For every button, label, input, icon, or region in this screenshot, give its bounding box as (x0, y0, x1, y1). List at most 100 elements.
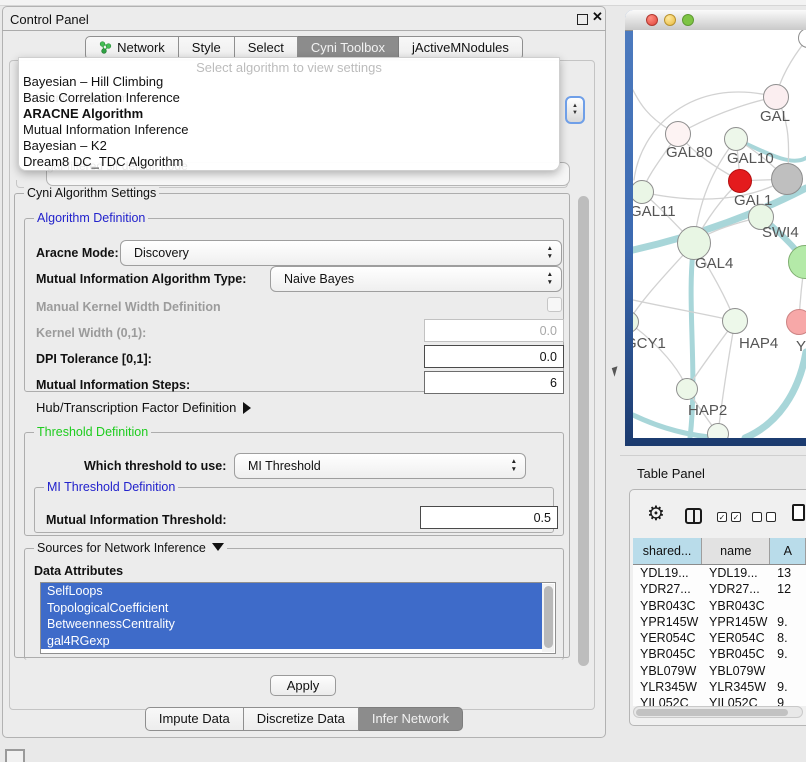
hub-definition-expander[interactable]: Hub/Transcription Factor Definition (36, 400, 251, 415)
node-label-swi4: SWI4 (762, 224, 799, 241)
network-node-hap4[interactable] (722, 308, 748, 334)
table-row[interactable]: YDR27...YDR27...12 (633, 581, 806, 597)
float-window-icon[interactable] (577, 14, 588, 25)
bottom-tab-bar: Impute Data Discretize Data Infer Network (2, 707, 606, 731)
stepper-down-icon: ▼ (572, 110, 578, 117)
split-columns-icon[interactable] (685, 508, 702, 524)
mi-steps-field[interactable]: 6 (424, 371, 564, 394)
table-row[interactable]: YBL079WYBL079W (633, 663, 806, 679)
hub-definition-label: Hub/Transcription Factor Definition (36, 400, 236, 415)
column-header-a[interactable]: A (770, 538, 806, 564)
close-traffic-light-icon[interactable] (646, 14, 658, 26)
table-row[interactable]: YLR345WYLR345W9. (633, 679, 806, 695)
ghost-label-inference-algorithm: Inference Algorithm (25, 91, 128, 105)
algorithm-option-bayesian-k2[interactable]: Bayesian – K2 (19, 138, 559, 154)
table-cell: YBR045C (633, 646, 702, 662)
table-horizontal-scrollbar[interactable] (633, 706, 803, 718)
network-edge[interactable] (745, 352, 806, 438)
node-label-gal10: GAL10 (727, 150, 774, 167)
network-node-gal1[interactable] (728, 169, 752, 193)
settings-scrollbar[interactable] (577, 195, 590, 667)
column-header-name[interactable]: name (702, 538, 770, 564)
minimize-traffic-light-icon[interactable] (664, 14, 676, 26)
tab-infer-network[interactable]: Infer Network (359, 707, 463, 731)
manual-kernel-checkbox (547, 297, 562, 312)
table-cell: YBR045C (702, 646, 770, 662)
tab-label: jActiveMNodules (412, 40, 509, 55)
table-row[interactable]: YBR043CYBR043C (633, 598, 806, 614)
attribute-item-selfloops[interactable]: SelfLoops (41, 583, 542, 600)
network-node-y[interactable] (786, 309, 806, 335)
mi-threshold-field[interactable]: 0.5 (420, 506, 558, 529)
table-cell: YPR145W (633, 614, 702, 630)
threshold-definition-legend: Threshold Definition (34, 425, 151, 439)
node-label-hap4: HAP4 (739, 335, 778, 352)
tab-label: Impute Data (159, 711, 230, 726)
sources-expander[interactable]: Sources for Network Inference (34, 541, 227, 555)
select-all-checks-icon[interactable]: ✓✓ (717, 512, 741, 522)
table-cell (770, 663, 806, 679)
node-label-gal: GAL (760, 108, 790, 125)
table-cell (770, 598, 806, 614)
attribute-item-topologicalcoefficient[interactable]: TopologicalCoefficient (41, 600, 542, 617)
mi-type-combo[interactable]: Naive Bayes ▲▼ (270, 266, 562, 292)
network-node[interactable] (707, 423, 729, 438)
network-canvas[interactable]: GALGAL80GAL10GAL1GAL11SWI4GAL4GCY1HAP4YH… (633, 30, 806, 438)
focused-combo-stepper[interactable]: ▲ ▼ (565, 96, 585, 124)
network-node-gal[interactable] (763, 84, 789, 110)
tab-label: Select (248, 40, 284, 55)
table-cell: YBL079W (633, 663, 702, 679)
table-row[interactable]: YPR145WYPR145W9. (633, 614, 806, 630)
algorithm-option-aracne-algorithm[interactable]: ARACNE Algorithm (19, 106, 559, 122)
stepper-up-icon: ▲ (572, 103, 578, 110)
tab-discretize-data[interactable]: Discretize Data (244, 707, 359, 731)
expand-down-icon (212, 543, 224, 551)
network-node[interactable] (771, 163, 803, 195)
table-cell: 13 (770, 565, 806, 581)
table-cell: YER054C (633, 630, 702, 646)
table-row[interactable]: YDL19...YDL19...13 (633, 565, 806, 581)
attributes-scrollbar[interactable] (542, 584, 554, 652)
network-edge[interactable] (633, 300, 735, 321)
attribute-item-betweennesscentrality[interactable]: BetweennessCentrality (41, 616, 542, 633)
tab-label: Discretize Data (257, 711, 345, 726)
table-cell: YBL079W (702, 663, 770, 679)
node-label-hap2: HAP2 (688, 402, 727, 419)
mi-steps-label: Mutual Information Steps: (36, 378, 190, 392)
attribute-item-gal4rgexp[interactable]: gal4RGexp (41, 633, 542, 650)
aracne-mode-combo[interactable]: Discovery ▲▼ (120, 240, 562, 266)
network-window-titlebar[interactable] (625, 10, 806, 31)
table-cell: YBR043C (702, 598, 770, 614)
collapsed-panel-icon[interactable] (5, 749, 25, 762)
gear-icon[interactable]: ⚙ (647, 504, 665, 524)
mi-type-value: Naive Bayes (284, 272, 354, 286)
table-row[interactable]: YIL052CYIL052C9 (633, 695, 806, 706)
table-row[interactable]: YBR045CYBR045C9. (633, 646, 806, 662)
algorithm-option-bayesian-hill-climbing[interactable]: Bayesian – Hill Climbing (19, 74, 559, 90)
table-cell: 9 (770, 695, 806, 706)
deselect-all-checks-icon[interactable] (752, 512, 776, 522)
table-cell: 9. (770, 646, 806, 662)
ghost-label-default-node: gal-filtered sif default node (47, 159, 188, 173)
table-row[interactable]: YER054CYER054C8. (633, 630, 806, 646)
network-edge[interactable] (633, 322, 687, 389)
apply-button[interactable]: Apply (270, 675, 336, 696)
sources-legend: Sources for Network Inference (37, 541, 206, 555)
table-cell: YDL19... (702, 565, 770, 581)
close-icon[interactable]: ✕ (592, 10, 603, 23)
column-header-shared[interactable]: shared... (633, 538, 702, 564)
mi-threshold-label: Mutual Information Threshold: (46, 513, 227, 527)
network-node-hap2[interactable] (676, 378, 698, 400)
table-cell: YIL052C (702, 695, 770, 706)
network-node-gal10[interactable] (724, 127, 748, 151)
dpi-tolerance-field[interactable]: 0.0 (424, 345, 564, 368)
algorithm-option-mutual-information-inference[interactable]: Mutual Information Inference (19, 122, 559, 138)
which-threshold-combo[interactable]: MI Threshold ▲▼ (234, 453, 526, 479)
which-threshold-value: MI Threshold (248, 459, 321, 473)
node-label-y: Y (796, 338, 806, 355)
table-cell: YDR27... (633, 581, 702, 597)
page-icon[interactable] (792, 504, 805, 521)
zoom-traffic-light-icon[interactable] (682, 14, 694, 26)
table-panel-divider (620, 455, 806, 456)
tab-impute-data[interactable]: Impute Data (145, 707, 244, 731)
